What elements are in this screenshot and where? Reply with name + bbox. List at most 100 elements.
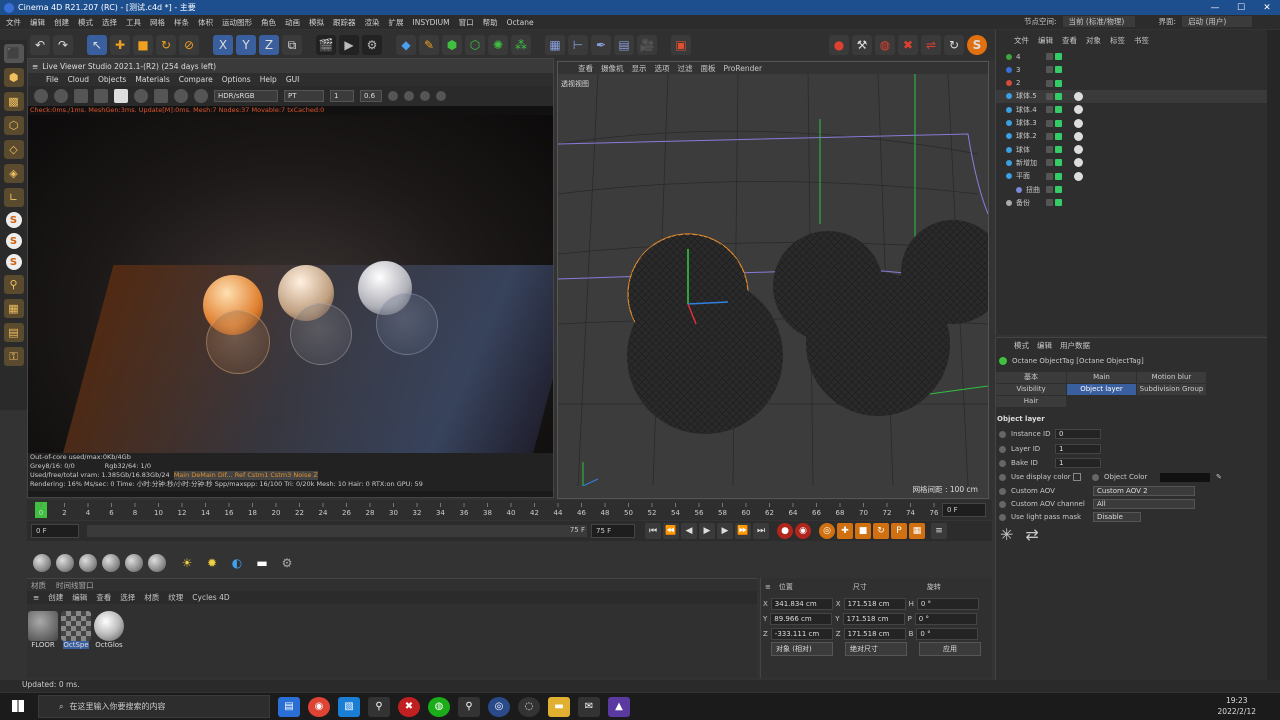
menu-item[interactable]: 角色 [261, 17, 276, 28]
lvs-menu-icon[interactable]: ≡ [32, 62, 38, 71]
layout-icon[interactable]: ▣ [671, 35, 691, 55]
menu-item[interactable]: 模拟 [309, 17, 324, 28]
camera-icon[interactable]: 🎥 [637, 35, 657, 55]
octane-s-icon-2[interactable]: S [5, 233, 22, 249]
perspective-viewport[interactable]: 查看 摄像机 显示 选项 过滤 面板 ProRender 透视视图 网格间距 : 100 c… [557, 61, 989, 499]
lvs-extra-icon-1[interactable] [388, 91, 398, 101]
key-pla-icon[interactable]: ▦ [909, 523, 925, 539]
hdri-icon[interactable]: ◐ [227, 553, 247, 573]
prev-frame-icon[interactable]: ◀ [681, 523, 697, 539]
menu-item[interactable]: INSYDIUM [413, 18, 450, 27]
octane-tag-icon[interactable] [1074, 118, 1083, 128]
move-tool-icon[interactable]: ✚ [110, 35, 130, 55]
lvs-menu-item[interactable]: Help [260, 75, 277, 84]
object-visibility-toggles[interactable] [1046, 159, 1062, 167]
keyframe-dot-icon[interactable] [999, 445, 1006, 453]
material-menu-item[interactable]: 创建 [48, 592, 63, 603]
size-field[interactable]: 171.518 cm [842, 612, 905, 625]
key-pos-icon[interactable]: ✚ [837, 523, 853, 539]
lvs-pick-icon[interactable] [174, 89, 188, 103]
workplane-icon[interactable]: ▤ [3, 323, 24, 342]
object-mode-icon[interactable]: ⬢ [3, 68, 24, 87]
menu-item[interactable]: 选择 [102, 17, 117, 28]
object-name[interactable]: 平面 [1016, 171, 1030, 181]
object-visibility-toggles[interactable] [1046, 186, 1062, 193]
keyframe-sel-icon[interactable]: ◎ [819, 523, 835, 539]
app-circle-icon[interactable]: ◌ [518, 696, 540, 717]
custom-aov-dropdown[interactable]: Custom AOV 2 [1093, 486, 1195, 496]
position-field[interactable]: 89.966 cm [770, 612, 833, 625]
light-icon[interactable]: ✒ [591, 35, 611, 55]
mograph-icon[interactable]: ✺ [488, 35, 508, 55]
lvs-sphere-icon[interactable] [134, 89, 148, 103]
object-name[interactable]: 球体.2 [1016, 131, 1037, 141]
object-row[interactable]: 平面 [996, 170, 1268, 183]
object-name[interactable]: 新增加 [1016, 158, 1037, 168]
select-tool-icon[interactable]: ↖ [87, 35, 107, 55]
menu-item[interactable]: 窗口 [459, 17, 474, 28]
interface-dropdown[interactable]: 启动 (用户) [1182, 16, 1253, 27]
keyframe-dot-icon[interactable] [999, 473, 1006, 481]
z-axis-icon[interactable]: Z [259, 35, 279, 55]
play-icon[interactable]: ▶ [699, 523, 715, 539]
menu-item[interactable]: 帮助 [483, 17, 498, 28]
tab-hair[interactable]: Hair [996, 396, 1066, 407]
object-visibility-toggles[interactable] [1046, 199, 1062, 207]
texture-mode-icon[interactable]: ▩ [3, 92, 24, 111]
task-view-icon[interactable]: ▤ [278, 696, 300, 717]
field-icon[interactable]: ⊢ [568, 35, 588, 55]
lvs-clay-icon[interactable] [154, 89, 168, 103]
coord-mode-dropdown[interactable]: 对象 (相对) [771, 641, 833, 656]
material-menu-item[interactable]: 选择 [120, 592, 135, 603]
object-row[interactable]: 球体.5 [996, 89, 1268, 103]
autokey-icon[interactable]: ◉ [795, 523, 811, 539]
object-visibility-toggles[interactable] [1046, 79, 1062, 87]
rotation-field[interactable]: 0 ° [916, 627, 979, 640]
key-scale-icon[interactable]: ■ [855, 523, 871, 539]
octane-connect-icon[interactable]: ⇄ [1025, 525, 1038, 544]
menu-item[interactable]: 运动图形 [222, 17, 252, 28]
taskbar-search[interactable]: ⌕ 在这里输入你要搜索的内容 [38, 695, 270, 718]
object-visibility-toggles[interactable] [1046, 106, 1062, 114]
viewport-menu-item[interactable]: 显示 [632, 63, 647, 74]
octane-s-icon-3[interactable]: S [5, 254, 22, 270]
chrome-icon[interactable]: ◉ [308, 696, 330, 717]
object-row[interactable]: 球体.2 [996, 130, 1268, 143]
material-ball-icon-4[interactable] [102, 554, 120, 572]
recent-tool-icon[interactable]: ⊘ [179, 35, 199, 55]
object-menu-item[interactable]: 书签 [1134, 35, 1149, 46]
lvs-menu-item[interactable]: GUI [286, 75, 300, 84]
object-menu-item[interactable]: 文件 [1014, 35, 1029, 46]
current-frame-field[interactable]: 0 F [942, 503, 986, 517]
app-pin-icon[interactable]: ⚲ [458, 696, 480, 717]
snap-icon[interactable]: ⚲ [3, 275, 24, 294]
node-space-dropdown[interactable]: 当前 (标准/物理) [1062, 16, 1135, 27]
cinema4d-icon[interactable]: ◎ [488, 696, 510, 717]
material-ball-icon-1[interactable] [33, 554, 51, 572]
lvs-menu-item[interactable]: Cloud [68, 75, 89, 84]
octane-tag-icon[interactable] [1074, 171, 1083, 181]
render-region-icon[interactable]: 🎬 [316, 35, 336, 55]
instance-id-field[interactable]: 0 [1055, 429, 1101, 439]
render-view-icon[interactable]: ▶ [339, 35, 359, 55]
octane-tag-icon[interactable] [1074, 158, 1083, 168]
size-mode-dropdown[interactable]: 绝对尺寸 [845, 641, 907, 656]
object-name[interactable]: 4 [1016, 53, 1020, 61]
object-name[interactable]: 球体.5 [1016, 91, 1037, 101]
material-tab[interactable]: 材质 [31, 580, 46, 591]
menu-item[interactable]: 创建 [54, 17, 69, 28]
material-ball-icon-5[interactable] [125, 554, 143, 572]
viewport-menu-item[interactable]: ProRender [724, 64, 763, 73]
object-name[interactable]: 备份 [1016, 198, 1030, 208]
menu-item[interactable]: 样条 [174, 17, 189, 28]
size-field[interactable]: 171.518 cm [843, 597, 906, 610]
menu-item[interactable]: 渲染 [365, 17, 380, 28]
next-key-icon[interactable]: ⏩ [735, 523, 751, 539]
lvs-region-icon[interactable] [94, 89, 108, 103]
object-visibility-toggles[interactable] [1046, 172, 1062, 180]
gear-icon[interactable]: ⚙ [277, 553, 297, 573]
coord-system-icon[interactable]: ⧉ [282, 35, 302, 55]
octane-tag-icon[interactable] [1074, 131, 1083, 141]
attr-menu-item[interactable]: 用户数据 [1060, 340, 1090, 351]
tab-main[interactable]: Main [1067, 372, 1136, 383]
